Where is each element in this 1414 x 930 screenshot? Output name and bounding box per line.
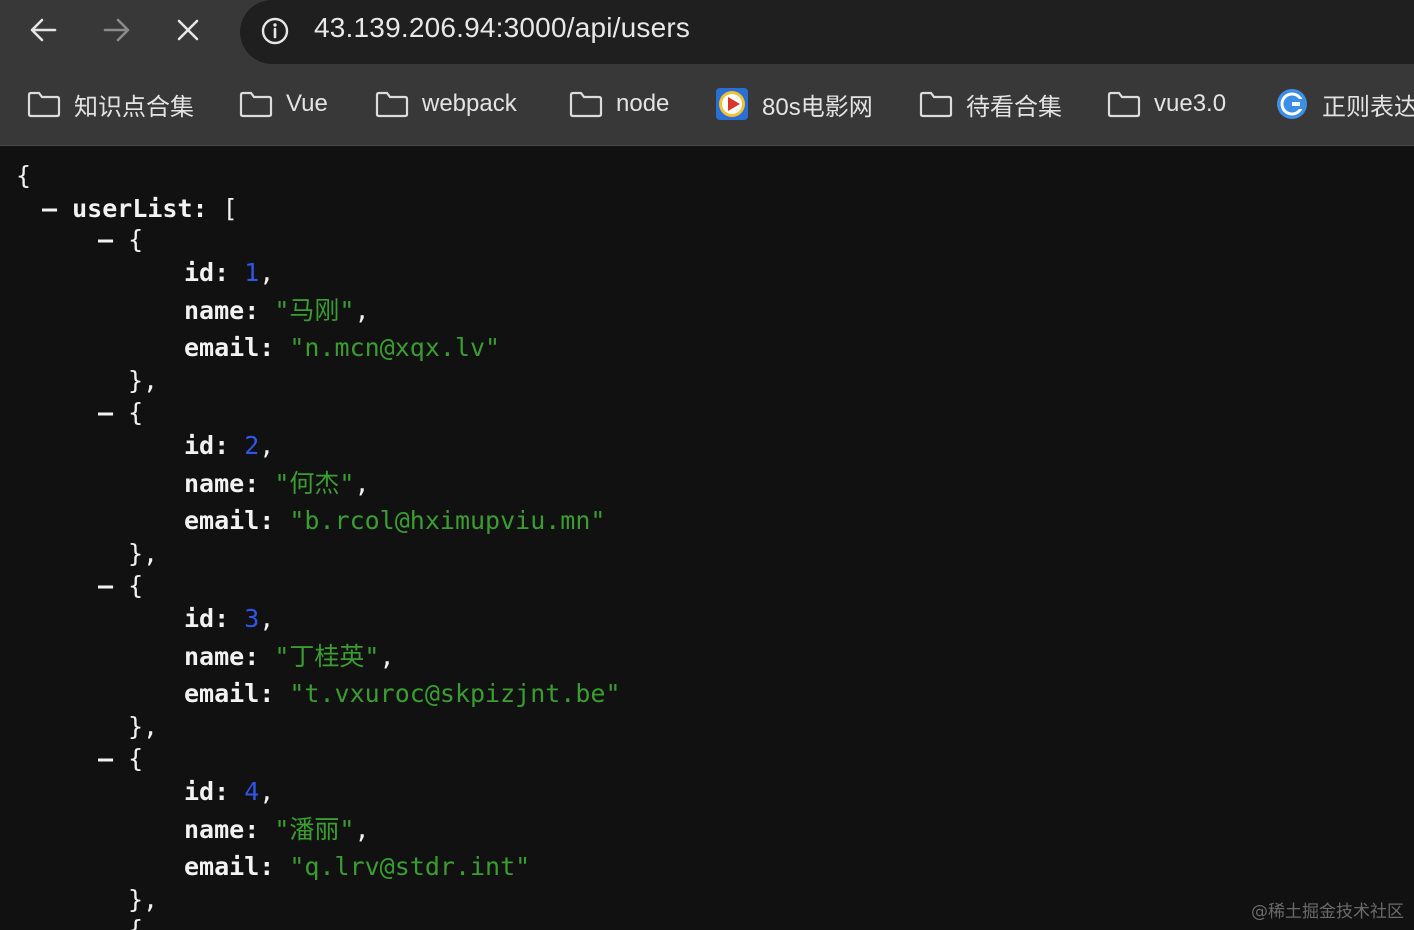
- json-field-id: id: 1,: [184, 258, 275, 287]
- play-favicon-icon: [714, 86, 750, 122]
- address-bar[interactable]: 43.139.206.94:3000/api/users: [240, 0, 1414, 64]
- json-field-name: name: "潘丽",: [184, 815, 370, 844]
- collapse-toggle[interactable]: –: [98, 225, 113, 254]
- arrow-right-icon: [101, 15, 131, 49]
- json-field-email: email: "t.vxuroc@skpizjnt.be": [184, 679, 621, 708]
- json-string-value: "b.rcol@hximupviu.mn": [289, 506, 606, 535]
- json-item-close: },: [128, 539, 159, 568]
- folder-icon: [374, 86, 410, 122]
- bookmark-80s-movies[interactable]: 80s电影网: [714, 68, 873, 140]
- bookmark-label: 80s电影网: [762, 93, 873, 121]
- folder-icon: [918, 86, 954, 122]
- bookmark-label: vue3.0: [1154, 90, 1227, 117]
- json-key: userList:: [72, 194, 208, 223]
- json-field-id: id: 2,: [184, 431, 275, 460]
- folder-icon: [238, 86, 274, 122]
- json-string-value: "n.mcn@xqx.lv": [289, 333, 501, 362]
- bookmark-regex[interactable]: 正则表达: [1274, 68, 1414, 140]
- json-field-id: id: 4,: [184, 777, 275, 806]
- stop-button[interactable]: [168, 12, 208, 52]
- json-field-email: email: "b.rcol@hximupviu.mn": [184, 506, 606, 535]
- json-number-value: 2: [244, 431, 260, 460]
- browser-toolbar: 43.139.206.94:3000/api/users: [0, 0, 1414, 68]
- bookmark-to-watch[interactable]: 待看合集: [918, 68, 1062, 140]
- bookmark-vue3[interactable]: vue3.0: [1106, 68, 1226, 140]
- folder-icon: [1106, 86, 1142, 122]
- json-viewer: { – userList: [ – { id: 1, name: "马刚", e…: [0, 146, 1414, 930]
- close-icon: [175, 17, 201, 47]
- bookmark-webpack[interactable]: webpack: [374, 68, 517, 140]
- collapse-toggle[interactable]: –: [98, 571, 113, 600]
- bookmarks-bar: 知识点合集 Vue webpack node 80s电影网 待看合集 vue3.…: [0, 68, 1414, 146]
- bookmark-label: Vue: [286, 90, 328, 117]
- bookmark-label: 知识点合集: [74, 93, 194, 121]
- bookmark-vue[interactable]: Vue: [238, 68, 328, 140]
- json-field-name: name: "何杰",: [184, 469, 370, 498]
- json-field-email: email: "q.lrv@stdr.int": [184, 852, 531, 881]
- json-string-value: "何杰": [274, 469, 355, 498]
- collapse-toggle[interactable]: –: [98, 744, 113, 773]
- bookmark-label: webpack: [422, 90, 517, 117]
- json-item-close: },: [128, 712, 159, 741]
- json-field-email: email: "n.mcn@xqx.lv": [184, 333, 501, 362]
- json-open-brace: {: [16, 161, 32, 190]
- json-userlist-line: – userList: [: [42, 194, 238, 223]
- json-string-value: "马刚": [274, 296, 355, 325]
- forward-button[interactable]: [96, 12, 136, 52]
- json-string-value: "潘丽": [274, 815, 355, 844]
- json-next-item-partial: {: [128, 915, 144, 930]
- bookmark-label: node: [616, 90, 670, 117]
- json-field-name: name: "丁桂英",: [184, 642, 395, 671]
- bookmark-label: 待看合集: [966, 93, 1062, 121]
- url-text[interactable]: 43.139.206.94:3000/api/users: [314, 12, 690, 44]
- json-string-value: "t.vxuroc@skpizjnt.be": [289, 679, 621, 708]
- json-item-open: – {: [98, 398, 144, 427]
- collapse-toggle[interactable]: –: [98, 398, 113, 427]
- bookmark-label: 正则表达: [1322, 93, 1414, 121]
- bookmark-node[interactable]: node: [568, 68, 669, 140]
- json-item-open: – {: [98, 225, 144, 254]
- json-number-value: 4: [244, 777, 260, 806]
- watermark: @稀土掘金技术社区: [1251, 902, 1404, 922]
- json-item-close: },: [128, 366, 159, 395]
- json-item-close: },: [128, 885, 159, 914]
- collapse-toggle[interactable]: –: [42, 194, 57, 223]
- info-icon[interactable]: [258, 14, 292, 48]
- arrow-left-icon: [29, 15, 59, 49]
- json-string-value: "丁桂英": [274, 642, 380, 671]
- folder-icon: [26, 86, 62, 122]
- json-field-name: name: "马刚",: [184, 296, 370, 325]
- json-item-open: – {: [98, 744, 144, 773]
- bookmark-knowledge-collection[interactable]: 知识点合集: [26, 68, 194, 140]
- json-number-value: 1: [244, 258, 260, 287]
- json-field-id: id: 3,: [184, 604, 275, 633]
- json-item-open: – {: [98, 571, 144, 600]
- folder-icon: [568, 86, 604, 122]
- regex-favicon-icon: [1274, 86, 1310, 122]
- back-button[interactable]: [24, 12, 64, 52]
- json-number-value: 3: [244, 604, 260, 633]
- json-string-value: "q.lrv@stdr.int": [289, 852, 531, 881]
